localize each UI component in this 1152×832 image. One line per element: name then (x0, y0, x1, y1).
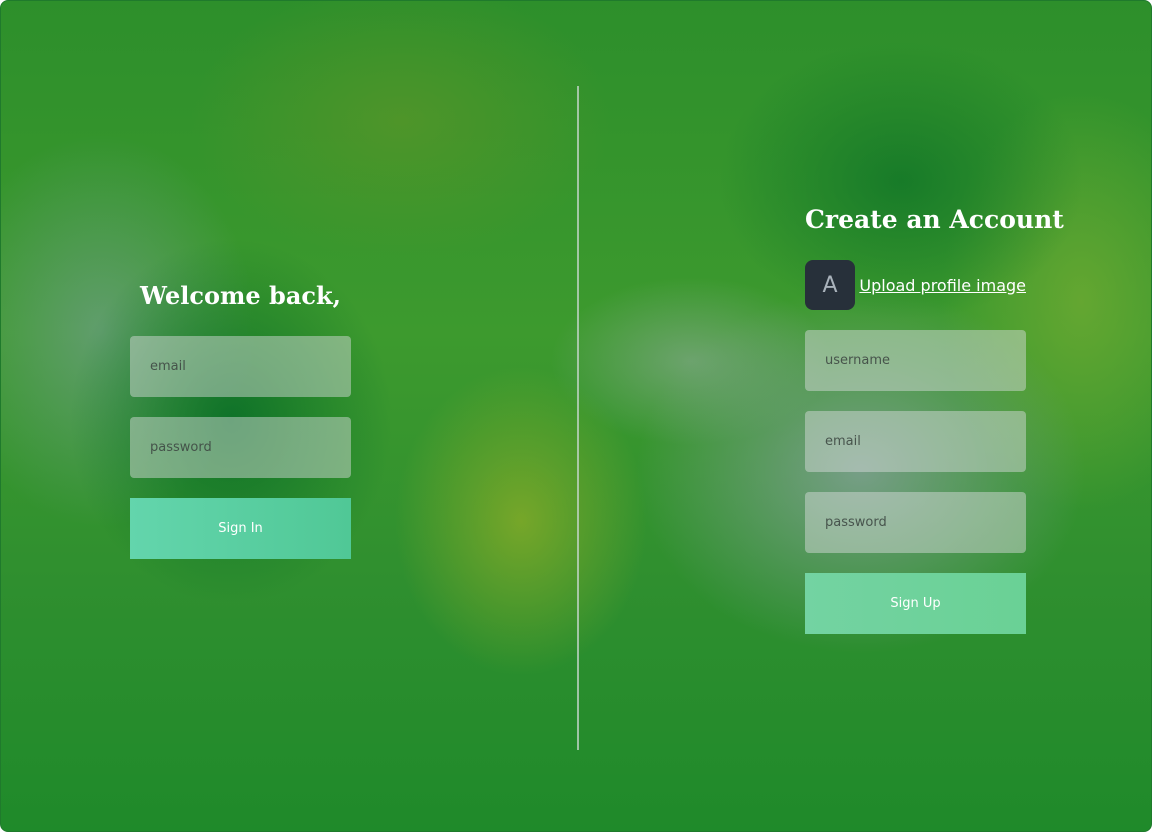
login-title: Welcome back, (140, 281, 341, 310)
panel-divider (577, 86, 579, 750)
avatar[interactable]: A (805, 260, 855, 310)
login-password-input[interactable] (130, 417, 351, 478)
sign-in-button[interactable]: Sign In (130, 498, 351, 559)
login-email-input[interactable] (130, 336, 351, 397)
signup-title: Create an Account (805, 205, 1064, 234)
signup-username-input[interactable] (805, 330, 1026, 391)
sign-up-button[interactable]: Sign Up (805, 573, 1026, 634)
signup-password-input[interactable] (805, 492, 1026, 553)
upload-profile-image-link[interactable]: Upload profile image (859, 276, 1026, 295)
profile-image-row: A Upload profile image (805, 260, 1026, 310)
app-window: Welcome back, Sign In Create an Account … (0, 0, 1152, 832)
login-panel: Welcome back, Sign In (130, 281, 351, 559)
signup-panel: Create an Account A Upload profile image… (805, 205, 1064, 634)
signup-email-input[interactable] (805, 411, 1026, 472)
